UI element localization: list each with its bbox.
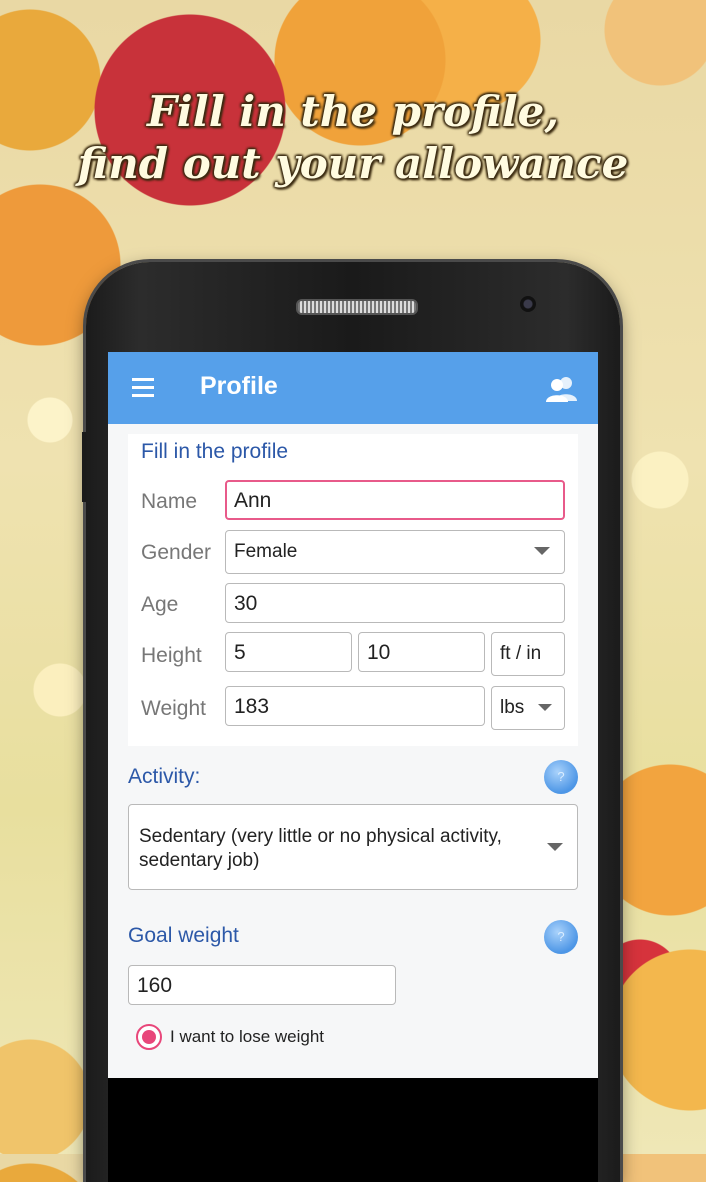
lose-weight-radio[interactable] [136, 1024, 162, 1050]
lose-weight-radio-label[interactable]: I want to lose weight [170, 1027, 324, 1047]
activity-label: Activity: [128, 765, 201, 788]
phone-frame: Profile Fill in the profile Name Ann Gen… [82, 262, 620, 1182]
app-bar: Profile [108, 352, 598, 424]
phone-speaker [296, 299, 418, 315]
name-input[interactable]: Ann [225, 480, 565, 520]
gender-dropdown[interactable]: Female [225, 530, 565, 574]
height-feet-value: 5 [234, 641, 246, 664]
gender-value: Female [234, 541, 298, 562]
app-bar-title: Profile [200, 372, 278, 400]
phone-camera [520, 296, 536, 312]
height-feet-input[interactable]: 5 [225, 632, 352, 672]
height-unit-value: ft / in [500, 643, 542, 664]
weight-value: 183 [234, 695, 270, 718]
activity-dropdown[interactable]: Sedentary (very little or no physical ac… [128, 804, 578, 890]
headline-line-1: Fill in the profile, [146, 87, 560, 136]
height-unit-dropdown[interactable]: ft / in [491, 632, 565, 676]
name-label: Name [141, 490, 198, 513]
hamburger-menu-icon[interactable] [132, 378, 154, 397]
headline-line-2: find out your allowance [77, 139, 629, 188]
height-label: Height [141, 644, 202, 667]
people-icon[interactable] [546, 376, 578, 402]
phone-side-button [82, 432, 86, 502]
gender-label: Gender [141, 541, 212, 564]
profile-section-title: Fill in the profile [141, 440, 289, 463]
age-label: Age [141, 593, 179, 616]
goal-weight-input[interactable]: 160 [128, 965, 396, 1005]
profile-content: Fill in the profile Name Ann Gender Fema… [108, 424, 598, 1078]
profile-card: Fill in the profile Name Ann Gender Fema… [128, 434, 578, 746]
height-inches-input[interactable]: 10 [358, 632, 485, 672]
age-input[interactable]: 30 [225, 583, 565, 623]
phone-screen: Profile Fill in the profile Name Ann Gen… [108, 352, 598, 1182]
chevron-down-icon [547, 843, 563, 851]
weight-unit-dropdown[interactable]: lbs [491, 686, 565, 730]
goal-weight-help-icon[interactable]: ? [544, 920, 578, 954]
chevron-down-icon [534, 547, 550, 555]
activity-help-icon[interactable]: ? [544, 760, 578, 794]
weight-input[interactable]: 183 [225, 686, 485, 726]
name-value: Ann [234, 489, 272, 512]
weight-label: Weight [141, 697, 206, 720]
goal-weight-label: Goal weight [128, 924, 239, 947]
chevron-down-icon [538, 704, 552, 711]
height-inches-value: 10 [367, 641, 391, 664]
weight-unit-value: lbs [500, 697, 525, 718]
activity-value: Sedentary (very little or no physical ac… [139, 826, 502, 871]
goal-weight-value: 160 [137, 974, 173, 997]
headline: Fill in the profile, find out your allow… [0, 86, 706, 190]
age-value: 30 [234, 592, 258, 615]
